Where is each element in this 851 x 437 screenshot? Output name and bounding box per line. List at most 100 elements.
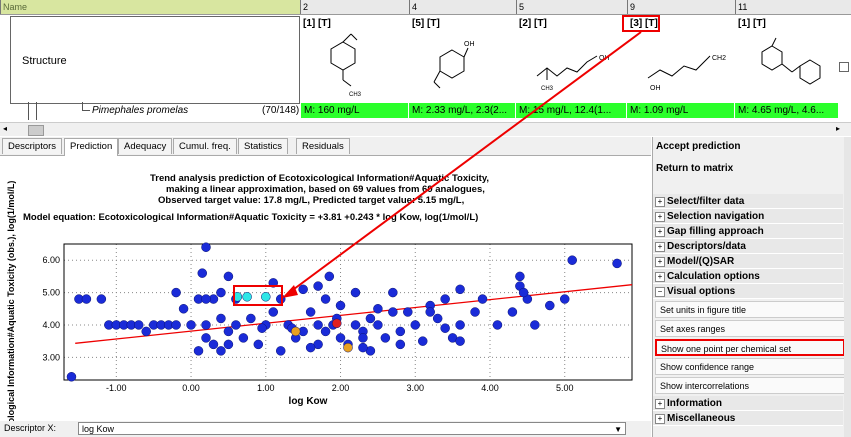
- section-calculation-options[interactable]: + Calculation options: [653, 269, 843, 284]
- section-visual-options[interactable]: − Visual options: [653, 284, 843, 299]
- tab-prediction[interactable]: Prediction: [64, 138, 119, 156]
- data-point[interactable]: [410, 320, 421, 330]
- data-point[interactable]: [324, 271, 335, 282]
- data-point[interactable]: [350, 320, 361, 330]
- data-point[interactable]: [253, 339, 264, 350]
- set-axes-ranges-option[interactable]: Set axes ranges: [655, 320, 845, 337]
- data-point[interactable]: [223, 326, 234, 337]
- data-point[interactable]: [208, 339, 219, 350]
- data-point[interactable]: [186, 320, 196, 330]
- data-point[interactable]: [231, 320, 241, 330]
- data-point[interactable]: [305, 342, 316, 353]
- data-point[interactable]: [197, 268, 208, 278]
- section-descriptors-data[interactable]: + Descriptors/data: [653, 239, 843, 254]
- show-confidence-range-option[interactable]: Show confidence range: [655, 358, 845, 375]
- data-point[interactable]: [223, 271, 234, 282]
- data-point[interactable]: [417, 336, 428, 346]
- data-point[interactable]: [559, 294, 570, 304]
- data-point[interactable]: [320, 326, 331, 337]
- data-point[interactable]: [81, 294, 92, 304]
- section-model-qsar[interactable]: + Model/(Q)SAR: [653, 254, 843, 269]
- data-point[interactable]: [455, 284, 465, 295]
- data-point[interactable]: [567, 255, 577, 265]
- show-intercorrelations-option[interactable]: Show intercorrelations: [655, 377, 845, 394]
- data-point[interactable]: [403, 307, 413, 317]
- data-point[interactable]: [178, 304, 189, 314]
- tab-adequacy[interactable]: Adequacy: [118, 138, 173, 154]
- data-point[interactable]: [545, 300, 555, 311]
- tab-cumul-freq[interactable]: Cumul. freq.: [173, 138, 237, 154]
- data-point[interactable]: [455, 336, 465, 346]
- data-point[interactable]: [358, 333, 368, 343]
- data-point[interactable]: [507, 307, 518, 317]
- data-point[interactable]: [343, 342, 353, 353]
- chemical-cell[interactable]: [1] [T] CH3: [301, 16, 401, 102]
- scroll-right-icon[interactable]: ▸: [836, 124, 840, 133]
- tab-residuals[interactable]: Residuals: [296, 138, 350, 154]
- data-point[interactable]: [365, 313, 376, 324]
- name-header[interactable]: Name: [0, 0, 300, 14]
- column-header[interactable]: 9: [627, 0, 735, 14]
- section-selection-navigation[interactable]: + Selection navigation: [653, 209, 843, 224]
- value-cell[interactable]: M: 4.65 mg/L, 4.6...: [735, 103, 839, 118]
- data-point[interactable]: [298, 284, 308, 295]
- data-point[interactable]: [518, 287, 529, 298]
- data-point[interactable]: [141, 326, 151, 337]
- show-one-point-option[interactable]: Show one point per chemical set: [655, 339, 845, 356]
- data-point[interactable]: [171, 287, 181, 298]
- data-point[interactable]: [238, 333, 249, 343]
- data-point[interactable]: [201, 294, 211, 304]
- value-cell[interactable]: M: 2.33 mg/L, 2.3(2...: [409, 103, 516, 118]
- column-header[interactable]: 11: [735, 0, 851, 14]
- data-point[interactable]: [395, 326, 406, 337]
- descriptor-x-select[interactable]: log Kow ▼: [78, 422, 626, 435]
- vertical-scrollbar[interactable]: [844, 137, 851, 437]
- data-point[interactable]: [470, 307, 480, 317]
- set-units-option[interactable]: Set units in figure title: [655, 301, 845, 318]
- data-point[interactable]: [268, 307, 279, 317]
- data-point[interactable]: [380, 333, 391, 343]
- data-point[interactable]: [335, 300, 346, 311]
- column-header[interactable]: 5: [516, 0, 627, 14]
- data-point[interactable]: [193, 346, 204, 356]
- data-point[interactable]: [201, 242, 211, 252]
- expand-icon[interactable]: [839, 62, 849, 72]
- data-point[interactable]: [388, 287, 398, 298]
- scatter-chart[interactable]: -1.00 0.00 1.00 2.00 3.00 4.00 5.00 3.00 4.00 5.0…: [0, 156, 651, 421]
- data-point[interactable]: [216, 313, 226, 324]
- horizontal-scrollbar[interactable]: ◂ ▸: [0, 122, 851, 136]
- data-point[interactable]: [201, 320, 211, 330]
- column-header[interactable]: 2: [300, 0, 409, 14]
- data-point[interactable]: [171, 320, 181, 330]
- chemical-cell[interactable]: [5] [T] OH: [410, 16, 510, 102]
- section-miscellaneous[interactable]: + Miscellaneous: [653, 411, 843, 426]
- chemical-cell[interactable]: [1] [T]: [736, 16, 836, 102]
- data-point[interactable]: [515, 271, 525, 282]
- data-point[interactable]: [440, 294, 450, 304]
- data-point[interactable]: [313, 281, 323, 291]
- data-point[interactable]: [66, 372, 77, 382]
- data-point[interactable]: [440, 323, 450, 333]
- value-cell[interactable]: M: 15 mg/L, 12.4(1...: [516, 103, 627, 118]
- scroll-thumb[interactable]: [28, 125, 44, 136]
- scroll-left-icon[interactable]: ◂: [3, 124, 7, 133]
- data-point[interactable]: [492, 320, 503, 330]
- data-point[interactable]: [612, 258, 622, 269]
- data-point[interactable]: [335, 333, 346, 343]
- data-point[interactable]: [275, 346, 286, 356]
- data-point[interactable]: [388, 307, 398, 317]
- data-point[interactable]: [432, 313, 443, 324]
- data-point[interactable]: [530, 320, 540, 330]
- data-point[interactable]: [332, 318, 342, 329]
- data-point[interactable]: [358, 342, 368, 353]
- chemical-cell[interactable]: [2] [T] OH CH3: [517, 16, 617, 102]
- data-point[interactable]: [350, 287, 361, 298]
- return-to-matrix-button[interactable]: Return to matrix: [653, 161, 843, 177]
- data-point[interactable]: [373, 320, 383, 330]
- data-point[interactable]: [373, 304, 383, 314]
- value-cell[interactable]: M: 160 mg/L: [301, 103, 409, 118]
- data-point[interactable]: [246, 313, 256, 324]
- data-point[interactable]: [216, 346, 226, 356]
- value-cell[interactable]: M: 1.09 mg/L: [627, 103, 735, 118]
- data-point[interactable]: [455, 320, 465, 330]
